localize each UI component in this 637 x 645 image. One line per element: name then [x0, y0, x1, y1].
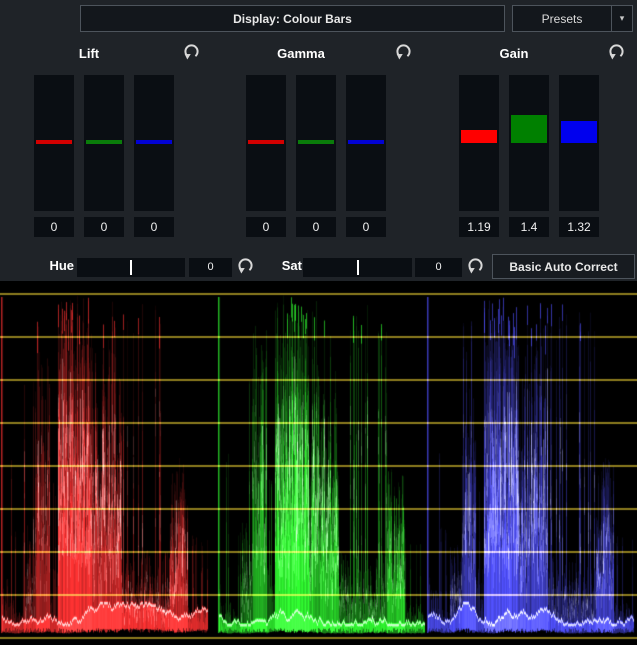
lift-green-slider[interactable] [84, 75, 124, 211]
gamma-red-handle[interactable] [248, 140, 284, 144]
gamma-title: Gamma [212, 46, 390, 61]
reset-icon [394, 49, 413, 64]
gamma-green-slider[interactable] [296, 75, 336, 211]
gamma-blue-handle[interactable] [348, 140, 384, 144]
section-lift: Lift 0 0 0 [0, 38, 212, 245]
gamma-blue-value: 0 [346, 217, 386, 237]
lift-red-value: 0 [34, 217, 74, 237]
lift-blue-value: 0 [134, 217, 174, 237]
gamma-red-value: 0 [246, 217, 286, 237]
gain-green-slider[interactable] [509, 75, 549, 211]
gain-green-handle[interactable] [511, 115, 547, 143]
lift-blue-slider[interactable] [134, 75, 174, 211]
hue-reset-button[interactable] [234, 256, 256, 278]
sat-value: 0 [415, 258, 462, 277]
colour-correct-panel: Display: Colour Bars Presets ▾ Lift [0, 0, 637, 645]
reset-icon [236, 263, 255, 278]
section-gain: Gain 1.19 1.4 1.32 [425, 38, 637, 245]
reset-icon [607, 49, 626, 64]
lift-green-handle[interactable] [86, 140, 122, 144]
gamma-blue-slider[interactable] [346, 75, 386, 211]
basic-auto-correct-button[interactable]: Basic Auto Correct [492, 254, 635, 279]
lift-title: Lift [0, 46, 178, 61]
lift-blue-handle[interactable] [136, 140, 172, 144]
reset-icon [466, 263, 485, 278]
reset-icon [182, 49, 201, 64]
hue-value: 0 [189, 258, 232, 277]
presets-split-button: Presets ▾ [512, 5, 633, 32]
rgb-parade-waveform [0, 281, 637, 645]
controls-panel: Display: Colour Bars Presets ▾ Lift [0, 0, 637, 281]
hue-slider[interactable] [77, 258, 185, 277]
lift-reset-button[interactable] [180, 42, 202, 64]
sat-slider[interactable] [303, 258, 412, 277]
sat-slider-handle[interactable] [357, 260, 359, 275]
lift-red-handle[interactable] [36, 140, 72, 144]
gain-blue-handle[interactable] [561, 121, 597, 143]
section-gamma: Gamma 0 0 0 [212, 38, 424, 245]
gamma-green-handle[interactable] [298, 140, 334, 144]
gain-title: Gain [425, 46, 603, 61]
gain-blue-slider[interactable] [559, 75, 599, 211]
gain-red-slider[interactable] [459, 75, 499, 211]
presets-dropdown-arrow-icon[interactable]: ▾ [611, 6, 632, 31]
sat-label: Sat [276, 256, 302, 276]
gain-reset-button[interactable] [605, 42, 627, 64]
presets-button[interactable]: Presets [513, 6, 611, 31]
gain-blue-value: 1.32 [559, 217, 599, 237]
lift-green-value: 0 [84, 217, 124, 237]
gain-green-value: 1.4 [509, 217, 549, 237]
gamma-reset-button[interactable] [392, 42, 414, 64]
lift-red-slider[interactable] [34, 75, 74, 211]
display-mode-button[interactable]: Display: Colour Bars [80, 5, 505, 32]
hue-slider-handle[interactable] [130, 260, 132, 275]
gamma-green-value: 0 [296, 217, 336, 237]
gain-red-handle[interactable] [461, 130, 497, 143]
gamma-red-slider[interactable] [246, 75, 286, 211]
gain-red-value: 1.19 [459, 217, 499, 237]
hue-label: Hue [44, 256, 74, 276]
sat-reset-button[interactable] [464, 256, 486, 278]
